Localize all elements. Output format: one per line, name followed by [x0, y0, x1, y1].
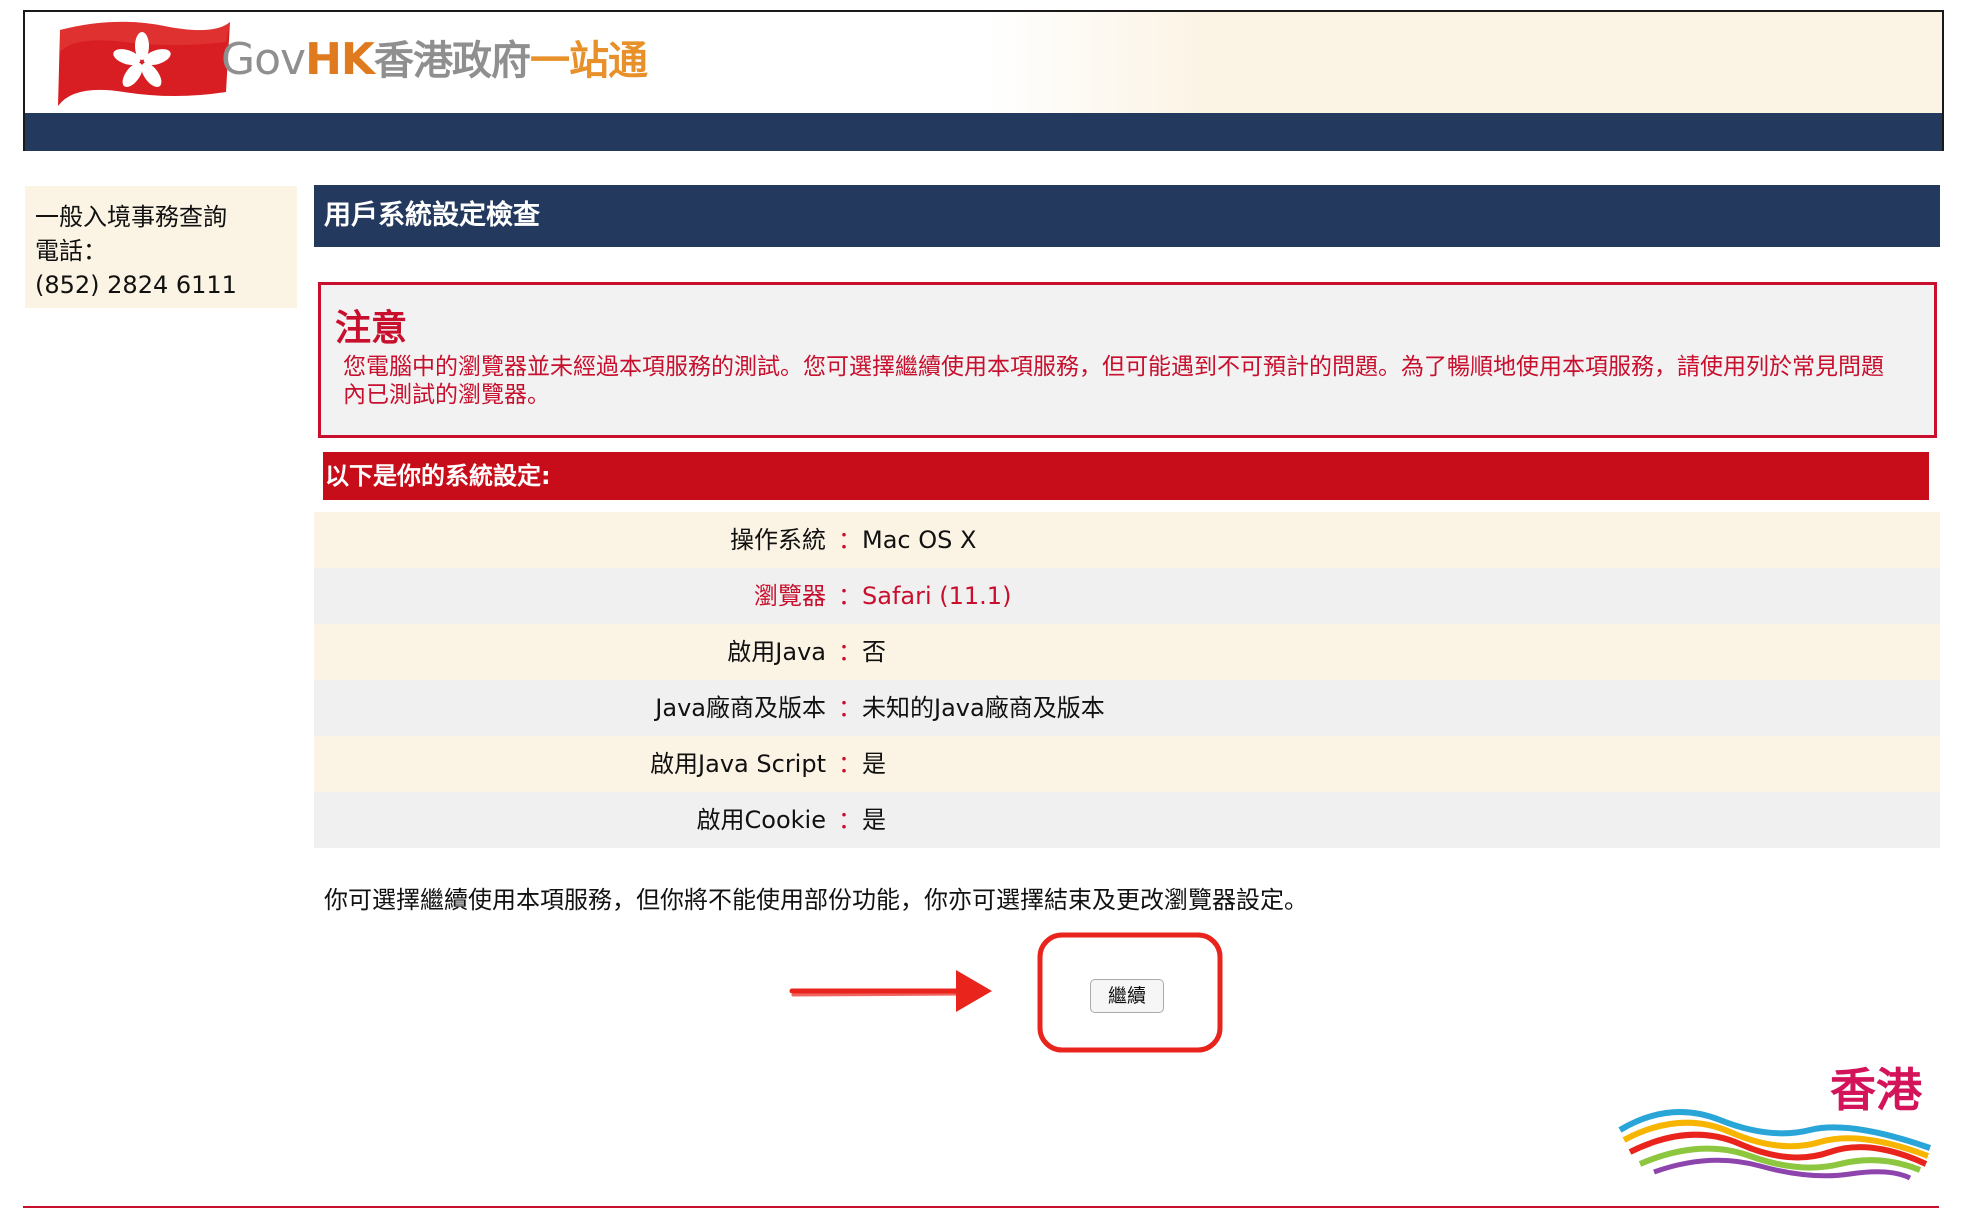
settings-label: 啟用Cookie — [696, 806, 826, 834]
settings-row-cookie: 啟用Cookie ： 是 — [314, 792, 1940, 848]
settings-label: 啟用Java — [727, 638, 826, 666]
hk-flag-logo[interactable] — [54, 12, 230, 110]
settings-value: 是 — [862, 750, 886, 778]
annotation-arrow-icon — [789, 970, 992, 1012]
settings-table: 操作系統 ： Mac OS X 瀏覽器 ： Safari (11.1) 啟用Ja… — [314, 512, 1940, 848]
sidebar-enquiry-box: 一般入境事務查詢 電話： (852) 2824 6111 — [25, 186, 297, 308]
settings-row-os: 操作系統 ： Mac OS X — [314, 512, 1940, 568]
settings-row-java: 啟用Java ： 否 — [314, 624, 1940, 680]
page-title: 用戶系統設定檢查 — [314, 185, 1940, 247]
govhk-logo[interactable]: GovHK香港政府一站通 — [221, 30, 648, 90]
info-text: 你可選擇繼續使用本項服務，但你將不能使用部份功能，你亦可選擇結束及更改瀏覽器設定… — [324, 886, 1308, 914]
settings-label: 啟用Java Script — [650, 750, 826, 778]
settings-separator: ： — [838, 638, 862, 666]
settings-value: 否 — [862, 638, 886, 666]
settings-separator: ： — [838, 806, 862, 834]
logo-cn-text: 香港政府 — [373, 38, 531, 84]
settings-separator: ： — [838, 526, 862, 554]
nav-bar — [25, 113, 1942, 151]
continue-button[interactable]: 繼續 — [1090, 979, 1164, 1013]
settings-header: 以下是你的系統設定: — [323, 452, 1929, 500]
sidebar-phone-label: 電話： — [35, 237, 107, 265]
footer-divider — [23, 1206, 1939, 1208]
settings-value: Safari (11.1) — [862, 582, 1012, 610]
settings-value: 是 — [862, 806, 886, 834]
brand-hong-kong-logo: 香港 — [1618, 1063, 1931, 1181]
logo-cn-highlight-text: 一站通 — [529, 38, 648, 84]
notice-text: 您電腦中的瀏覽器並未經過本項服務的測試。您可選擇繼續使用本項服務，但可能遇到不可… — [343, 354, 1884, 408]
settings-label: 操作系統 — [730, 526, 826, 554]
settings-value: Mac OS X — [862, 526, 977, 554]
notice-box: 注意 您電腦中的瀏覽器並未經過本項服務的測試。您可選擇繼續使用本項服務，但可能遇… — [318, 282, 1937, 438]
settings-separator: ： — [838, 694, 862, 722]
settings-row-java-vendor: Java廠商及版本 ： 未知的Java廠商及版本 — [314, 680, 1940, 736]
settings-row-browser: 瀏覽器 ： Safari (11.1) — [314, 568, 1940, 624]
settings-separator: ： — [838, 582, 862, 610]
logo-gov-text: Gov — [221, 34, 306, 85]
settings-value: 未知的Java廠商及版本 — [862, 694, 1105, 722]
sidebar-phone-number: (852) 2824 6111 — [35, 271, 237, 299]
settings-label: Java廠商及版本 — [655, 694, 826, 722]
notice-title: 注意 — [335, 308, 408, 349]
logo-hk-text: HK — [305, 34, 375, 85]
site-header: GovHK香港政府一站通 — [23, 10, 1944, 151]
settings-separator: ： — [838, 750, 862, 778]
settings-label: 瀏覽器 — [754, 582, 826, 610]
settings-row-javascript: 啟用Java Script ： 是 — [314, 736, 1940, 792]
sidebar-enquiry-title: 一般入境事務查詢 — [35, 203, 227, 231]
brand-hk-text: 香港 — [1830, 1063, 1923, 1117]
